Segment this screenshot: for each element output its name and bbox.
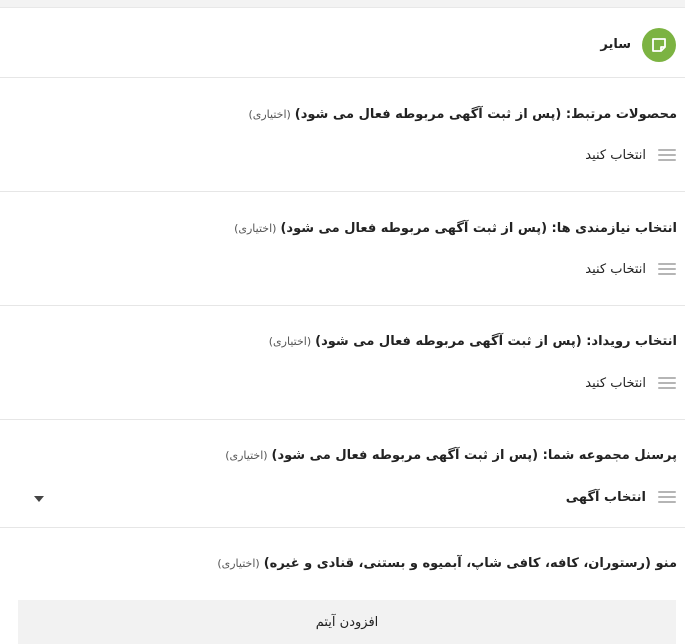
field-label: انتخاب نیازمندی ها: (پس از ثبت آگهی مربو… bbox=[234, 221, 677, 236]
requirements-select[interactable]: انتخاب کنید bbox=[585, 258, 676, 280]
select-placeholder: انتخاب کنید bbox=[585, 261, 646, 277]
related-products-field: محصولات مرتبط: (پس از ثبت آگهی مربوطه فع… bbox=[0, 78, 685, 192]
related-products-select[interactable]: انتخاب کنید bbox=[585, 144, 676, 166]
staff-field: پرسنل مجموعه شما: (پس از ثبت آگهی مربوطه… bbox=[0, 420, 685, 528]
list-icon bbox=[658, 491, 676, 503]
staff-select[interactable]: انتخاب آگهی bbox=[566, 486, 676, 508]
add-item-button[interactable]: افزودن آیتم bbox=[18, 600, 676, 644]
list-icon bbox=[658, 263, 676, 275]
field-label-text: پرسنل مجموعه شما: (پس از ثبت آگهی مربوطه… bbox=[271, 448, 677, 463]
event-select[interactable]: انتخاب کنید bbox=[585, 372, 676, 394]
top-strip bbox=[0, 0, 685, 8]
section-header: سایر bbox=[0, 8, 685, 78]
optional-hint: (اختیاری) bbox=[217, 557, 260, 570]
field-label: پرسنل مجموعه شما: (پس از ثبت آگهی مربوطه… bbox=[225, 448, 677, 463]
optional-hint: (اختیاری) bbox=[248, 108, 291, 121]
field-label-text: منو (رستوران، کافه، کافی شاپ، آبمیوه و ب… bbox=[263, 556, 677, 571]
field-label-text: محصولات مرتبط: (پس از ثبت آگهی مربوطه فع… bbox=[294, 107, 677, 122]
event-field: انتخاب رویداد: (پس از ثبت آگهی مربوطه فع… bbox=[0, 306, 685, 420]
field-label-text: انتخاب رویداد: (پس از ثبت آگهی مربوطه فع… bbox=[315, 334, 677, 349]
optional-hint: (اختیاری) bbox=[234, 222, 277, 235]
list-icon bbox=[658, 377, 676, 389]
select-value: انتخاب آگهی bbox=[565, 489, 646, 505]
menu-label: منو (رستوران، کافه، کافی شاپ، آبمیوه و ب… bbox=[217, 556, 677, 571]
note-icon bbox=[642, 28, 676, 62]
optional-hint: (اختیاری) bbox=[268, 335, 312, 348]
section-title: سایر bbox=[600, 37, 631, 52]
field-label-text: انتخاب نیازمندی ها: (پس از ثبت آگهی مربو… bbox=[280, 221, 677, 236]
optional-hint: (اختیاری) bbox=[225, 449, 268, 462]
chevron-down-icon[interactable] bbox=[34, 496, 44, 502]
field-label: انتخاب رویداد: (پس از ثبت آگهی مربوطه فع… bbox=[269, 334, 677, 349]
select-placeholder: انتخاب کنید bbox=[585, 375, 646, 391]
list-icon bbox=[658, 149, 676, 161]
requirements-field: انتخاب نیازمندی ها: (پس از ثبت آگهی مربو… bbox=[0, 192, 685, 306]
field-label: محصولات مرتبط: (پس از ثبت آگهی مربوطه فع… bbox=[248, 107, 677, 122]
select-placeholder: انتخاب کنید bbox=[585, 147, 646, 163]
